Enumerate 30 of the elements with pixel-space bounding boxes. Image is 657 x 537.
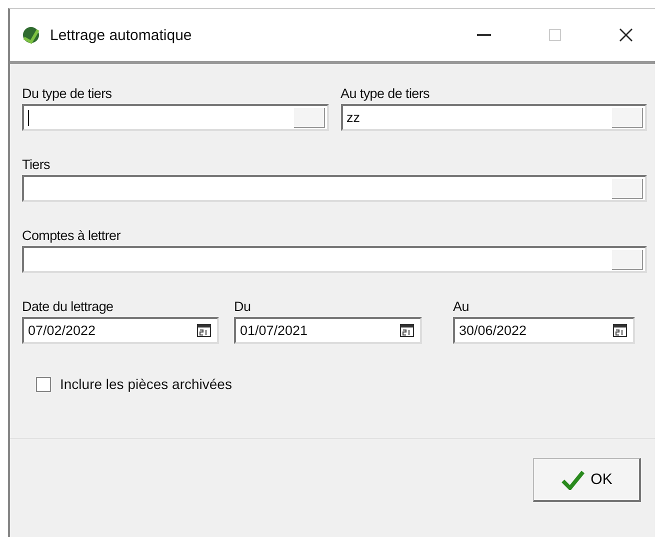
close-icon[interactable] — [619, 28, 633, 42]
text-cursor — [28, 110, 29, 126]
window-title: Lettrage automatique — [50, 26, 192, 44]
app-icon — [20, 24, 42, 46]
input-field[interactable] — [22, 175, 647, 202]
checkmark-icon — [560, 470, 585, 490]
input-field[interactable] — [22, 246, 647, 273]
field-label: Au — [453, 299, 470, 314]
calendar-icon[interactable] — [400, 324, 414, 337]
calendar-icon[interactable] — [613, 324, 627, 337]
field-label: Du type de tiers — [22, 86, 113, 101]
date-field[interactable]: 01/07/2021 — [234, 317, 422, 344]
field-label: Tiers — [22, 157, 51, 172]
input-field[interactable] — [22, 104, 328, 131]
checkbox[interactable] — [36, 376, 51, 392]
date-field[interactable]: 30/06/2022 — [453, 317, 635, 344]
checkbox-label: Inclure les pièces archivées — [60, 376, 232, 392]
lookup-button[interactable] — [612, 108, 643, 128]
field-label: Au type de tiers — [340, 86, 431, 101]
lookup-button[interactable] — [612, 250, 643, 270]
date-field[interactable]: 07/02/2022 — [22, 317, 219, 344]
input-field[interactable]: zz — [340, 104, 647, 131]
ok-button[interactable]: OK — [533, 458, 641, 502]
field-label: Du — [234, 299, 252, 314]
lookup-button[interactable] — [294, 108, 324, 128]
lookup-button[interactable] — [612, 179, 643, 199]
calendar-icon[interactable] — [197, 324, 211, 337]
field-label: Comptes à lettrer — [22, 228, 122, 243]
maximize-icon — [549, 29, 561, 41]
field-label: Date du lettrage — [22, 299, 114, 314]
